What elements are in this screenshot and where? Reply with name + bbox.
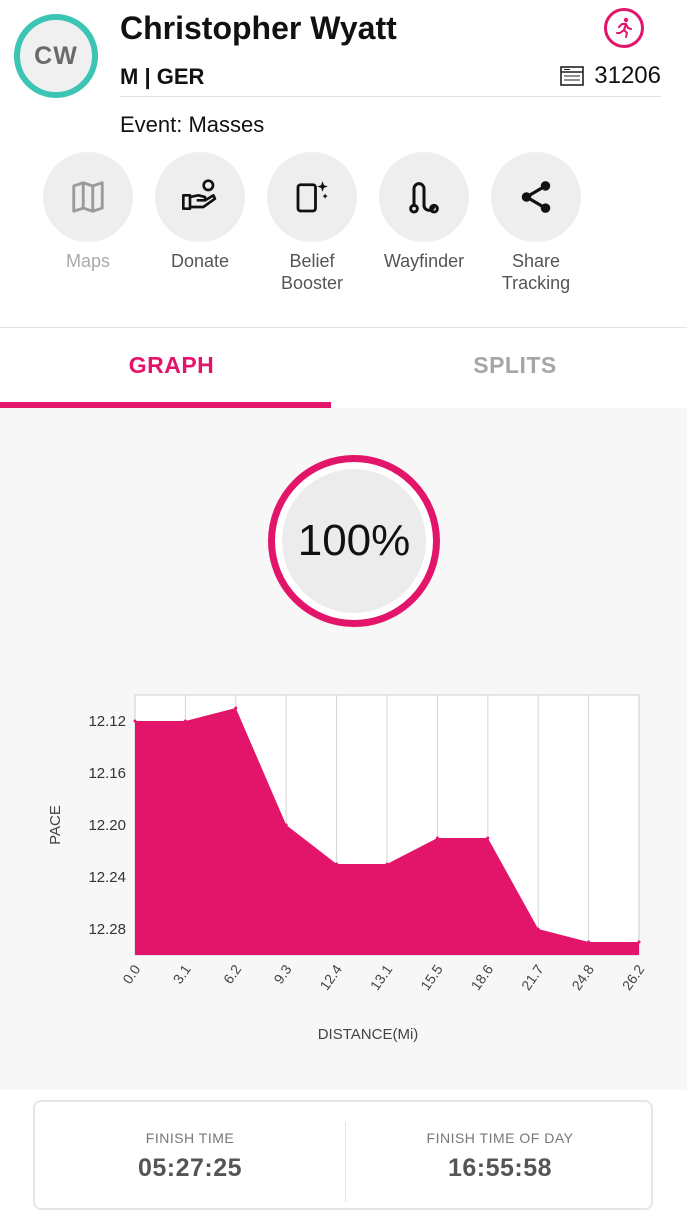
pace-data-point bbox=[335, 862, 339, 866]
maps-button[interactable]: Maps bbox=[32, 152, 144, 294]
bib-icon bbox=[560, 66, 585, 86]
pace-data-point bbox=[435, 836, 439, 840]
x-tick-label: 18.6 bbox=[468, 961, 497, 993]
pace-data-point bbox=[183, 719, 187, 723]
event-name: Event: Masses bbox=[120, 112, 265, 137]
x-tick-label: 21.7 bbox=[518, 961, 547, 993]
wayfinder-circle[interactable] bbox=[379, 152, 469, 242]
map-icon bbox=[72, 181, 104, 213]
y-tick-label: 12.24 bbox=[88, 869, 126, 886]
y-axis-label: PACE bbox=[47, 805, 64, 845]
x-tick-label: 13.1 bbox=[367, 961, 396, 993]
share-tracking-circle[interactable] bbox=[491, 152, 581, 242]
x-tick-label: 6.2 bbox=[220, 961, 244, 986]
finish-tod-block: FINISH TIME OF DAY 16:55:58 bbox=[345, 1130, 655, 1183]
y-tick-label: 12.12 bbox=[88, 713, 126, 730]
header-divider bbox=[120, 96, 661, 97]
belief-booster-circle[interactable] bbox=[267, 152, 357, 242]
share-icon bbox=[521, 181, 551, 213]
share-tracking-label: Share Tracking bbox=[501, 251, 571, 293]
x-tick-label: 26.2 bbox=[619, 961, 648, 993]
finish-card: FINISH TIME 05:27:25 FINISH TIME OF DAY … bbox=[33, 1100, 653, 1210]
donate-hand-icon bbox=[182, 179, 217, 210]
finish-time-block: FINISH TIME 05:27:25 bbox=[35, 1130, 345, 1183]
section-divider bbox=[0, 327, 687, 328]
bib-number-text: 31206 bbox=[594, 62, 661, 89]
pace-data-point bbox=[234, 706, 238, 710]
pace-data-point bbox=[284, 823, 288, 827]
action-bar: Maps Donate Belief Booster Wayfinder Sha… bbox=[32, 152, 592, 294]
pace-chart: 12.12 12.16 12.20 12.24 12.28 0.0 3.1 6.2 9.3 12.… bbox=[47, 694, 648, 1043]
x-tick-label: 24.8 bbox=[568, 961, 597, 993]
pace-data-point bbox=[587, 940, 591, 944]
pace-data-point bbox=[536, 927, 540, 931]
sparkle-phone-icon bbox=[296, 181, 328, 213]
y-tick-label: 12.20 bbox=[88, 817, 126, 834]
maps-circle[interactable] bbox=[43, 152, 133, 242]
finish-time-label: FINISH TIME bbox=[145, 1130, 235, 1146]
running-person-icon bbox=[616, 17, 632, 38]
x-axis-label: DISTANCE(Mi) bbox=[318, 1026, 419, 1043]
x-tick-label: 0.0 bbox=[119, 961, 143, 986]
x-tick-label: 15.5 bbox=[417, 961, 446, 993]
tab-graph[interactable]: GRAPH bbox=[0, 352, 343, 379]
donate-button[interactable]: Donate bbox=[144, 152, 256, 294]
avatar: CW bbox=[14, 14, 98, 98]
finish-tod-label: FINISH TIME OF DAY bbox=[426, 1130, 574, 1146]
maps-label: Maps bbox=[65, 251, 110, 271]
route-icon bbox=[409, 182, 439, 214]
y-tick-label: 12.16 bbox=[88, 765, 126, 782]
runner-name: Christopher Wyatt bbox=[120, 10, 397, 46]
belief-booster-button[interactable]: Belief Booster bbox=[256, 152, 368, 294]
finish-tod-value: 16:55:58 bbox=[447, 1154, 553, 1182]
wayfinder-label: Wayfinder bbox=[383, 251, 465, 271]
progress-value: 100% bbox=[282, 469, 426, 613]
pace-data-point bbox=[133, 719, 137, 723]
belief-booster-label: Belief Booster bbox=[280, 251, 344, 293]
donate-label: Donate bbox=[170, 251, 230, 271]
tab-splits[interactable]: SPLITS bbox=[343, 352, 687, 379]
bib-number: 31206 bbox=[560, 62, 661, 90]
runner-status-icon[interactable] bbox=[604, 8, 644, 48]
share-tracking-button[interactable]: Share Tracking bbox=[480, 152, 592, 294]
progress-ring: 100% bbox=[268, 455, 440, 627]
pace-data-point bbox=[486, 836, 490, 840]
donate-circle[interactable] bbox=[155, 152, 245, 242]
gender-country: M | GER bbox=[120, 64, 205, 89]
pace-data-point bbox=[637, 940, 641, 944]
x-tick-label: 3.1 bbox=[170, 961, 194, 986]
wayfinder-button[interactable]: Wayfinder bbox=[368, 152, 480, 294]
y-tick-label: 12.28 bbox=[88, 921, 126, 938]
finish-time-value: 05:27:25 bbox=[137, 1154, 243, 1182]
pace-data-point bbox=[385, 862, 389, 866]
x-tick-label: 12.4 bbox=[316, 961, 345, 993]
x-tick-label: 9.3 bbox=[270, 961, 294, 986]
